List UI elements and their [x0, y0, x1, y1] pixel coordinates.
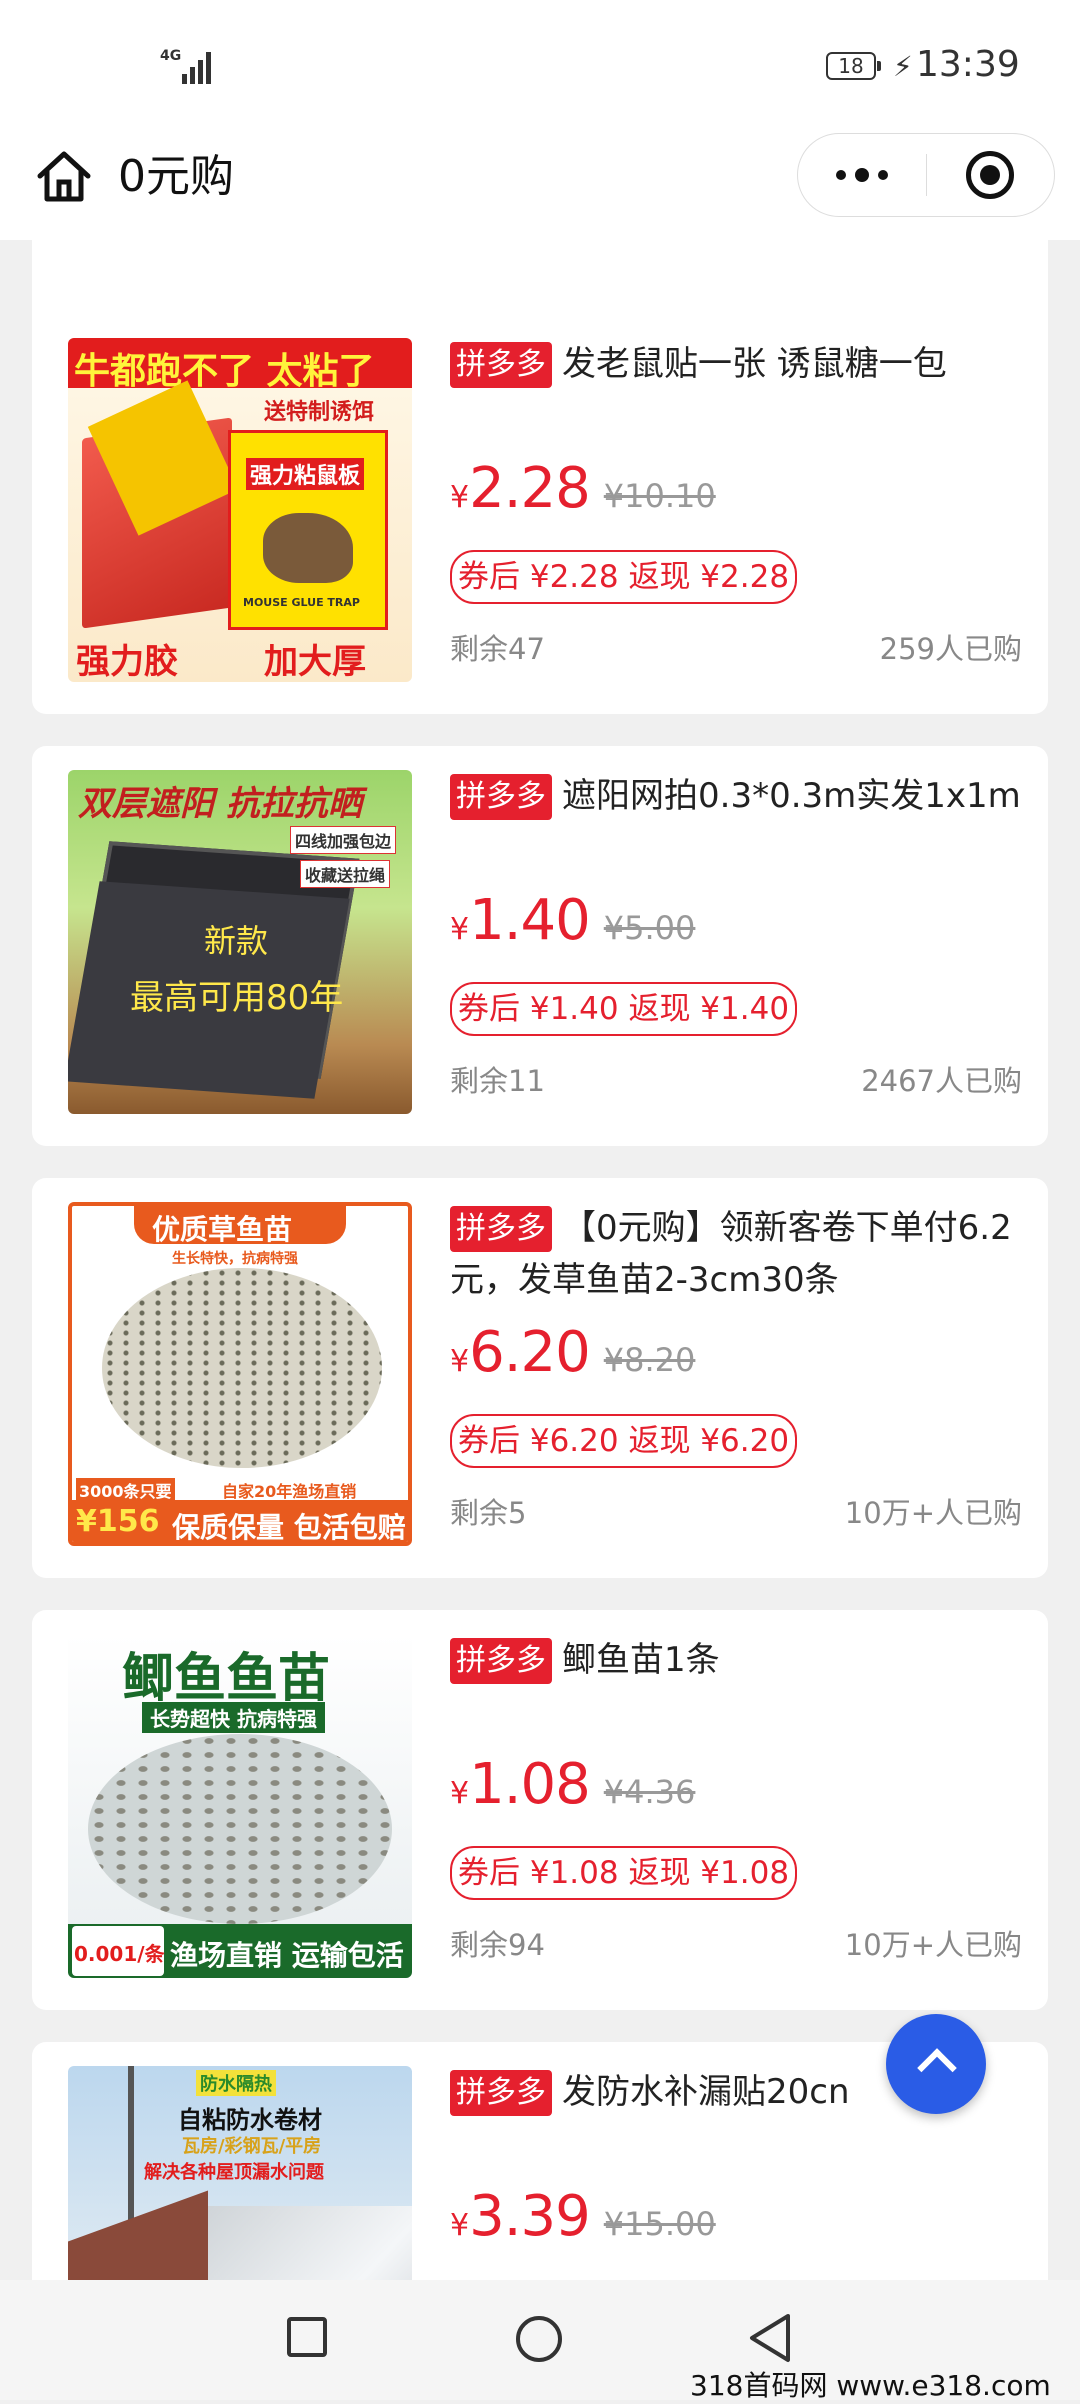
original-price: ¥15.00	[603, 2205, 716, 2243]
network-label: 4G	[160, 48, 182, 64]
home-button[interactable]	[516, 2316, 562, 2362]
product-image[interactable]: 双层遮阳 抗拉抗晒 四线加强包边 收藏送拉绳 新款 最高可用80年	[68, 770, 412, 1114]
remaining-stock: 剩余94	[450, 1928, 545, 1962]
sold-count: 259人已购	[879, 632, 1022, 666]
product-info: 拼多多 遮阳网拍0.3*0.3m实发1x1m ¥1.40 ¥5.00 券后 ¥1.4…	[450, 770, 1022, 1114]
recent-apps-button[interactable]	[287, 2317, 327, 2357]
coupon-badge[interactable]: 券后 ¥1.40 返现 ¥1.40	[450, 982, 798, 1036]
mini-program-capsule	[797, 133, 1055, 217]
remaining-stock: 剩余5	[450, 1496, 527, 1530]
product-card[interactable]: 双层遮阳 抗拉抗晒 四线加强包边 收藏送拉绳 新款 最高可用80年 拼多多 遮阳网…	[32, 746, 1048, 1146]
page-title: 0元购	[118, 151, 234, 202]
capsule-divider	[926, 154, 927, 196]
original-price: ¥10.10	[603, 477, 716, 515]
product-image[interactable]: 牛都跑不了 太粘了 送特制诱饵 强力粘鼠板 MOUSE GLUE TRAP 强力…	[68, 338, 412, 682]
original-price: ¥4.36	[603, 1773, 696, 1811]
home-icon[interactable]	[34, 146, 94, 206]
coupon-badge[interactable]: 券后 ¥6.20 返现 ¥6.20	[450, 1414, 798, 1468]
coupon-badge[interactable]: 券后 ¥1.08 返现 ¥1.08	[450, 1846, 798, 1900]
product-info: 拼多多 【0元购】领新客卷下单付6.2元，发草鱼苗2-3cm30条 ¥6.20 ¥8…	[450, 1202, 1022, 1546]
product-title[interactable]: 拼多多 【0元购】领新客卷下单付6.2元，发草鱼苗2-3cm30条	[450, 1202, 1022, 1306]
price: 6.20	[469, 1320, 591, 1385]
product-title[interactable]: 拼多多 遮阳网拍0.3*0.3m实发1x1m	[450, 770, 1022, 822]
status-bar: 4G 18 ⚡ 13:39	[0, 0, 1080, 135]
coupon-badge[interactable]: 券后 ¥2.28 返现 ¥2.28	[450, 550, 798, 604]
platform-badge: 拼多多	[450, 2070, 552, 2116]
price: 3.39	[469, 2184, 591, 2249]
price-row: ¥3.39 ¥15.00	[450, 2184, 716, 2249]
product-card[interactable]: 优质草鱼苗 生长特快，抗病特强 自家20年渔场直销 3000条只要 ¥156 保…	[32, 1178, 1048, 1578]
product-title[interactable]: 拼多多 鲫鱼苗1条	[450, 1634, 1022, 1686]
product-image[interactable]: 鲫鱼鱼苗 长势超快 抗病特强 0.001/条 渔场直销 运输包活	[68, 1634, 412, 1978]
original-price: ¥8.20	[603, 1341, 696, 1379]
platform-badge: 拼多多	[450, 342, 552, 388]
close-mini-program-button[interactable]	[966, 151, 1014, 199]
product-card[interactable]: 牛都跑不了 太粘了 送特制诱饵 强力粘鼠板 MOUSE GLUE TRAP 强力…	[32, 314, 1048, 714]
product-info: 拼多多 鲫鱼苗1条 ¥1.08 ¥4.36 券后 ¥1.08 返现 ¥1.08 剩余…	[450, 1634, 1022, 1978]
more-button[interactable]	[798, 134, 926, 216]
signal-icon: 4G	[160, 48, 220, 88]
product-list[interactable]: 牛都跑不了 太粘了 送特制诱饵 强力粘鼠板 MOUSE GLUE TRAP 强力…	[0, 240, 1080, 2280]
clock: 13:39	[916, 44, 1020, 85]
product-title[interactable]: 拼多多 发老鼠贴一张 诱鼠糖一包	[450, 338, 1022, 390]
product-image[interactable]: 防水隔热 自粘防水卷材 瓦房/彩钢瓦/平房 解决各种屋顶漏水问题	[68, 2066, 412, 2280]
price-row: ¥6.20 ¥8.20	[450, 1320, 696, 1385]
price-row: ¥1.40 ¥5.00	[450, 888, 696, 953]
scroll-to-top-button[interactable]	[886, 2014, 986, 2114]
sold-count: 10万+人已购	[844, 1496, 1022, 1530]
product-card[interactable]: 鲫鱼鱼苗 长势超快 抗病特强 0.001/条 渔场直销 运输包活 拼多多 鲫鱼苗1…	[32, 1610, 1048, 2010]
product-image[interactable]: 优质草鱼苗 生长特快，抗病特强 自家20年渔场直销 3000条只要 ¥156 保…	[68, 1202, 412, 1546]
original-price: ¥5.00	[603, 909, 696, 947]
battery-icon: 18	[826, 52, 881, 80]
back-button[interactable]	[744, 2310, 794, 2366]
price-row: ¥1.08 ¥4.36	[450, 1752, 696, 1817]
platform-badge: 拼多多	[450, 774, 552, 820]
watermark: 318首码网 www.e318.com	[690, 2369, 1051, 2402]
price: 2.28	[469, 456, 591, 521]
charging-icon: ⚡	[893, 50, 913, 83]
sold-count: 2467人已购	[861, 1064, 1022, 1098]
remaining-stock: 剩余47	[450, 632, 545, 666]
price: 1.40	[469, 888, 591, 953]
platform-badge: 拼多多	[450, 1206, 552, 1252]
product-info: 拼多多 发老鼠贴一张 诱鼠糖一包 ¥2.28 ¥10.10 券后 ¥2.28 返现 …	[450, 338, 1022, 682]
price-row: ¥2.28 ¥10.10	[450, 456, 716, 521]
platform-badge: 拼多多	[450, 1638, 552, 1684]
sold-count: 10万+人已购	[844, 1928, 1022, 1962]
price: 1.08	[469, 1752, 591, 1817]
remaining-stock: 剩余11	[450, 1064, 545, 1098]
